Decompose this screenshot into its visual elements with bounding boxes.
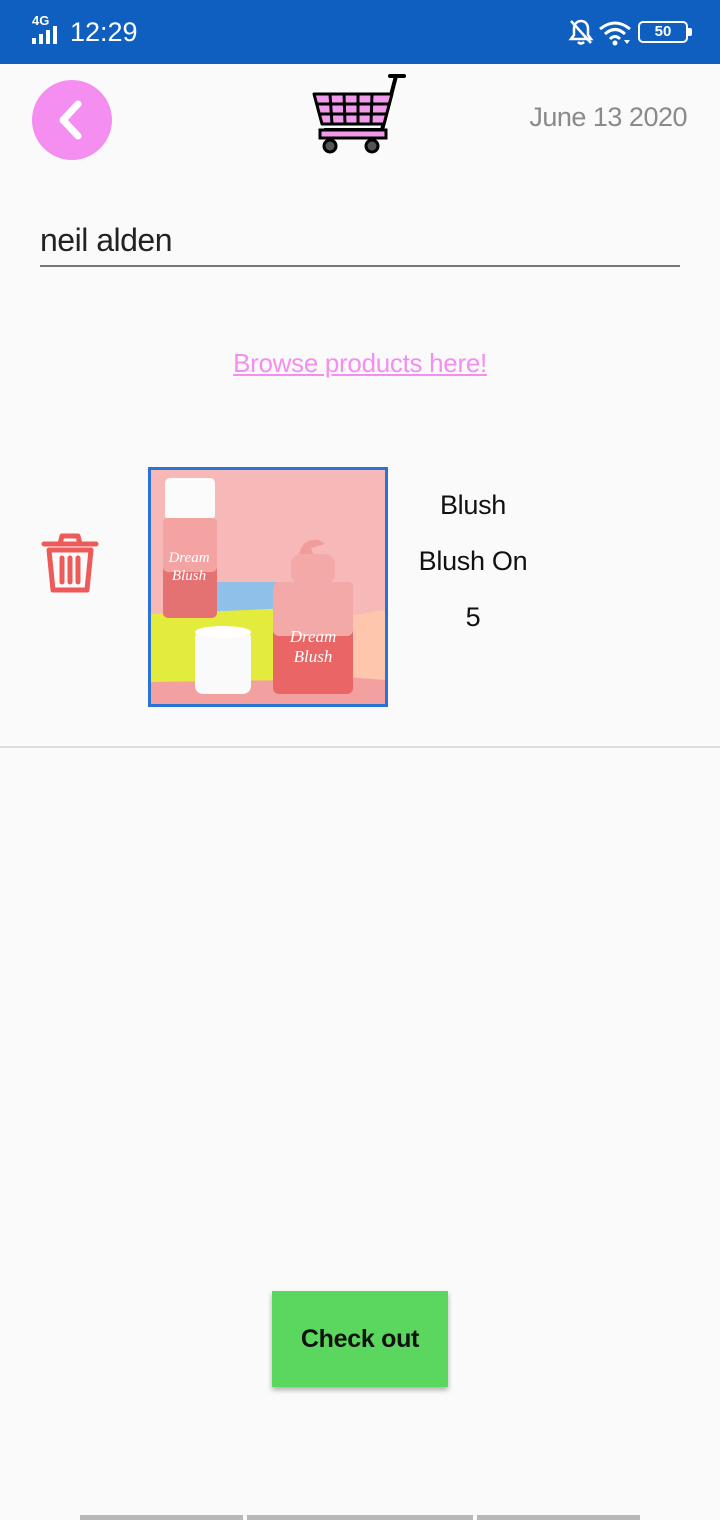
- battery-level: 50: [654, 23, 672, 40]
- cart-item: Dream Blush Dream Blush Blush Blush On 5: [0, 440, 720, 748]
- nav-hint-left: [80, 1515, 243, 1520]
- chevron-left-icon: [59, 100, 82, 140]
- signal-icon: [32, 26, 57, 44]
- nav-hint-center: [247, 1515, 473, 1520]
- back-button[interactable]: [32, 80, 112, 160]
- order-date: June 13 2020: [529, 102, 687, 132]
- shopping-cart-icon: [312, 74, 406, 154]
- clock: 12:29: [70, 17, 138, 47]
- nav-hint-right: [477, 1515, 640, 1520]
- trash-icon[interactable]: [38, 532, 102, 596]
- status-bar: 4G 12:29 50: [0, 0, 720, 64]
- product-quantity: 5: [465, 602, 481, 632]
- battery-icon: 50: [638, 21, 692, 43]
- mute-icon: [568, 19, 594, 45]
- browse-products-link[interactable]: Browse products here!: [0, 348, 720, 379]
- svg-text:Dream: Dream: [289, 627, 337, 646]
- svg-text:Blush: Blush: [172, 568, 206, 584]
- wifi-icon: [599, 21, 631, 46]
- svg-text:Dream: Dream: [167, 550, 209, 566]
- product-category: Blush: [439, 490, 507, 520]
- product-info: Blush Blush On 5: [403, 480, 543, 648]
- customer-name-field[interactable]: [40, 215, 680, 267]
- dream-blush-product-image[interactable]: Dream Blush Dream Blush: [148, 467, 388, 707]
- checkout-button[interactable]: Check out: [272, 1291, 448, 1387]
- product-name: Blush On: [418, 546, 528, 576]
- svg-text:Blush: Blush: [294, 647, 333, 666]
